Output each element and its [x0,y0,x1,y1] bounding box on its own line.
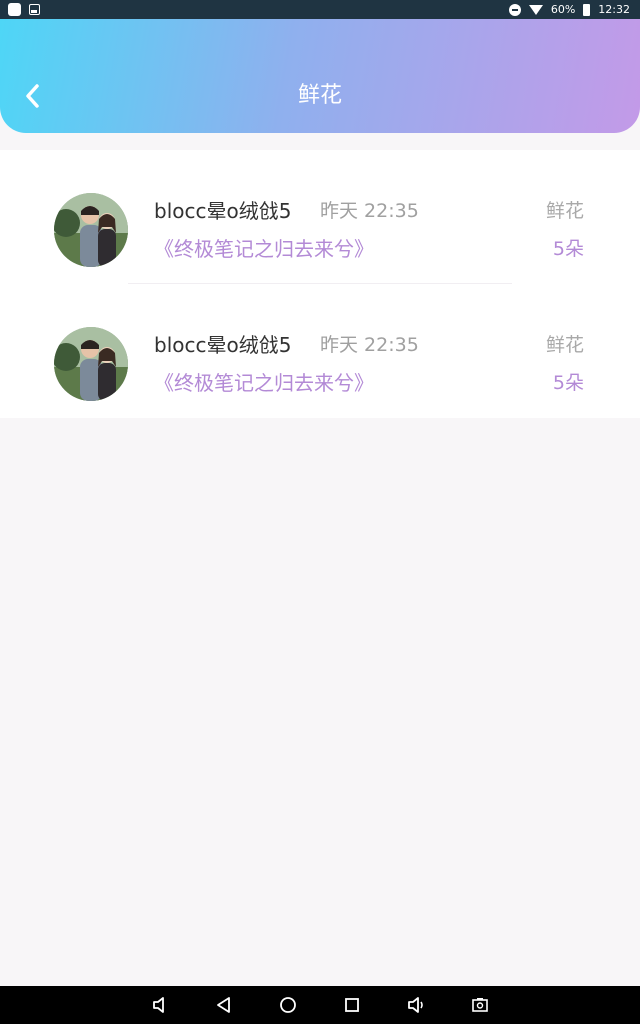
avatar[interactable] [54,327,128,401]
gift-type: 鲜花 [545,334,584,356]
avatar-photo [54,193,128,267]
screenshot-icon [472,998,488,1012]
app-icon [8,3,21,16]
list-item[interactable]: blocc晕o绒戗5 昨天 22:35 《终极笔记之归去来兮》 鲜花 5朵 [0,150,640,284]
back-nav-button[interactable] [214,995,234,1015]
book-title-link[interactable]: 《终极笔记之归去来兮》 [154,236,374,262]
volume-down-button[interactable] [150,995,170,1015]
volume-up-button[interactable] [406,995,426,1015]
screenshot-button[interactable] [470,995,490,1015]
gift-count: 5朵 [552,372,584,394]
status-bar: 60% 12:32 [0,0,640,19]
wifi-icon [528,4,543,15]
volume-up-icon [408,997,423,1013]
header: 鲜花 [0,19,640,133]
timestamp: 昨天 22:35 [320,200,419,222]
volume-down-icon [153,997,164,1013]
page-title: 鲜花 [297,83,342,108]
avatar[interactable] [54,193,128,267]
battery-icon [583,3,591,16]
recents-nav-button[interactable] [342,995,362,1015]
username: blocc晕o绒戗5 [154,333,292,357]
gift-type: 鲜花 [545,200,584,222]
back-triangle-icon [217,997,230,1013]
clock: 12:32 [598,3,630,16]
gift-record-list: blocc晕o绒戗5 昨天 22:35 《终极笔记之归去来兮》 鲜花 5朵 bl… [0,150,640,418]
book-title-link[interactable]: 《终极笔记之归去来兮》 [154,370,374,396]
home-nav-button[interactable] [278,995,298,1015]
gift-count: 5朵 [552,238,584,260]
recents-square-icon [345,998,359,1012]
image-icon [29,4,40,15]
username: blocc晕o绒戗5 [154,199,292,223]
avatar-photo [54,327,128,401]
battery-percent: 60% [550,3,576,16]
list-item[interactable]: blocc晕o绒戗5 昨天 22:35 《终极笔记之归去来兮》 鲜花 5朵 [0,284,640,418]
home-circle-icon [280,997,296,1013]
timestamp: 昨天 22:35 [320,334,419,356]
dnd-icon [508,3,521,16]
system-nav-bar [0,986,640,1024]
